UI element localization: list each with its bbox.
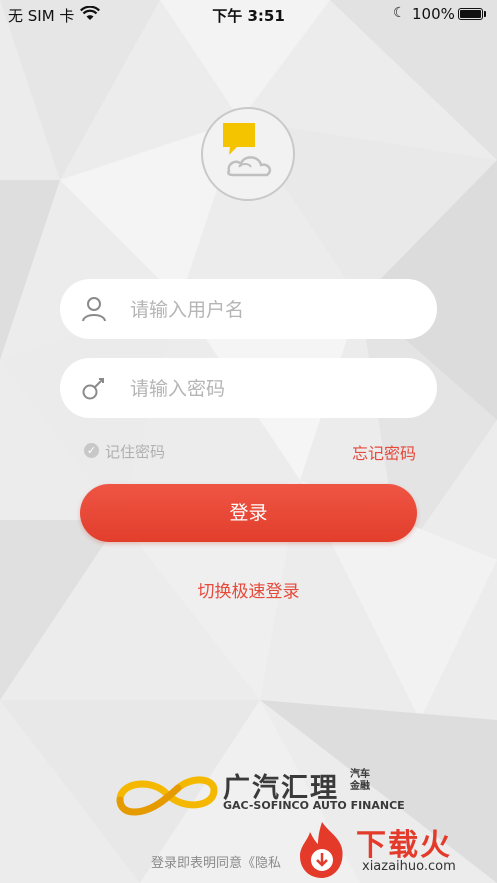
username-input[interactable] <box>128 279 422 341</box>
password-input[interactable] <box>128 358 422 420</box>
check-circle-icon[interactable]: ✓ <box>84 443 99 458</box>
infinity-logo-icon <box>116 776 218 816</box>
login-button[interactable]: 登录 <box>80 484 417 542</box>
password-field[interactable] <box>60 358 437 420</box>
key-icon <box>82 378 104 400</box>
flame-logo-icon <box>300 822 343 878</box>
remember-password-label: 记住密码 <box>105 443 166 461</box>
username-field[interactable] <box>60 279 437 341</box>
brand-logo: 广汽汇理 汽车金融 GAC-SOFINCO AUTO FINANCE <box>112 766 405 824</box>
chat-cloud-icon <box>223 123 272 177</box>
agreement-label[interactable]: 登录即表明同意《隐私 <box>151 856 281 871</box>
battery-tip <box>484 11 486 17</box>
status-bar: 无 SIM 卡 下午 3:51 ☾ 100% <box>0 0 497 28</box>
user-icon <box>82 297 106 322</box>
app-logo <box>201 107 295 201</box>
do-not-disturb-icon: ☾ <box>393 5 406 21</box>
watermark-title: 下载火 <box>356 828 452 863</box>
watermark-domain: xiazaihuo.com <box>362 859 456 874</box>
quick-login-link[interactable]: 切换极速登录 <box>0 577 497 602</box>
forgot-password-link[interactable]: 忘记密码 <box>352 440 416 464</box>
brand-name-en: GAC-SOFINCO AUTO FINANCE <box>223 799 405 812</box>
battery-percentage: 100% <box>412 5 455 23</box>
agreement-text[interactable]: 登录即表明同意《隐私 <box>151 852 281 871</box>
brand-name-cn-small: 汽车金融 <box>350 769 370 792</box>
watermark: 下载火 xiazaihuo.com <box>292 818 497 883</box>
battery-icon <box>458 8 483 20</box>
